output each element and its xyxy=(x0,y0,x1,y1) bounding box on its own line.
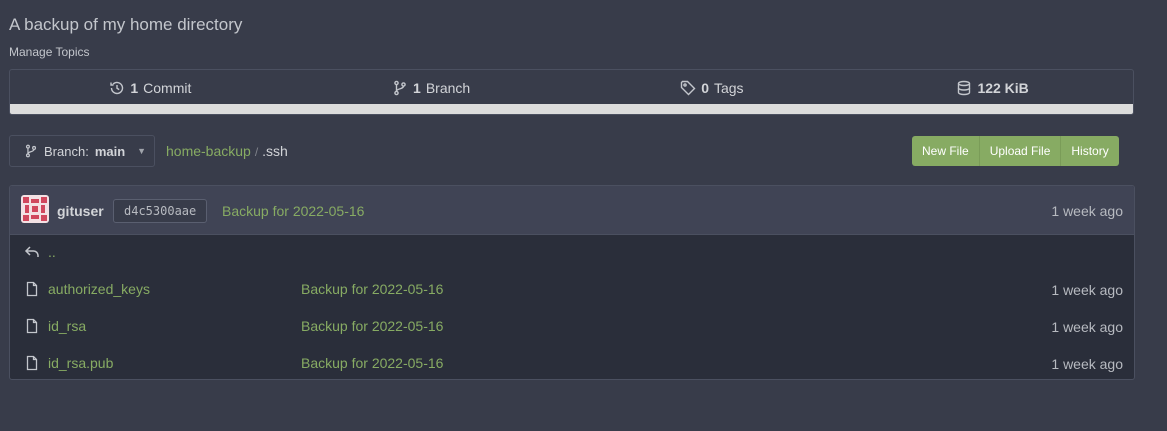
avatar[interactable] xyxy=(21,195,49,223)
breadcrumb-current: .ssh xyxy=(262,143,288,159)
branch-selector[interactable]: Branch: main ▼ xyxy=(9,135,155,167)
file-commit-message[interactable]: Backup for 2022-05-16 xyxy=(301,318,443,334)
file-commit-message[interactable]: Backup for 2022-05-16 xyxy=(301,281,443,297)
new-file-button[interactable]: New File xyxy=(912,136,980,166)
parent-dir-link[interactable]: .. xyxy=(48,244,56,260)
commit-author[interactable]: gituser xyxy=(57,203,104,219)
file-name-link[interactable]: authorized_keys xyxy=(48,281,150,297)
reply-icon xyxy=(24,246,39,257)
file-icon xyxy=(26,318,38,334)
file-name-link[interactable]: id_rsa.pub xyxy=(48,355,113,371)
commits-count: 1 xyxy=(130,80,139,96)
file-commit-message[interactable]: Backup for 2022-05-16 xyxy=(301,355,443,371)
breadcrumb-repo-link[interactable]: home-backup xyxy=(166,143,251,159)
tag-icon xyxy=(680,80,696,96)
table-row: id_rsa Backup for 2022-05-16 1 week ago xyxy=(10,308,1134,345)
tags-stat[interactable]: 0 Tags xyxy=(572,80,853,96)
manage-topics-link[interactable]: Manage Topics xyxy=(9,45,90,59)
repo-description: A backup of my home directory xyxy=(9,15,243,34)
file-table: gituser d4c5300aae Backup for 2022-05-16… xyxy=(9,185,1135,380)
branch-prefix: Branch: xyxy=(44,143,89,159)
breadcrumb: home-backup / .ssh xyxy=(166,143,288,159)
file-name-link[interactable]: id_rsa xyxy=(48,318,86,334)
history-button[interactable]: History xyxy=(1061,136,1119,166)
breadcrumb-separator: / xyxy=(254,145,259,159)
commit-time: 1 week ago xyxy=(1051,203,1123,219)
file-icon xyxy=(26,355,38,371)
table-row: authorized_keys Backup for 2022-05-16 1 … xyxy=(10,271,1134,308)
latest-commit-header: gituser d4c5300aae Backup for 2022-05-16… xyxy=(10,186,1134,235)
file-actions: New File Upload File History xyxy=(912,136,1119,166)
file-commit-time: 1 week ago xyxy=(1051,319,1123,335)
commit-message[interactable]: Backup for 2022-05-16 xyxy=(222,203,364,219)
database-icon xyxy=(958,80,971,96)
file-commit-time: 1 week ago xyxy=(1051,282,1123,298)
branch-name: main xyxy=(94,143,126,159)
tags-label: Tags xyxy=(713,80,744,96)
language-bar[interactable] xyxy=(10,104,1133,114)
table-row: id_rsa.pub Backup for 2022-05-16 1 week … xyxy=(10,345,1134,379)
upload-file-button[interactable]: Upload File xyxy=(979,136,1062,166)
branches-label: Branch xyxy=(425,80,471,96)
branch-icon xyxy=(25,144,37,158)
tags-count: 0 xyxy=(701,80,709,96)
file-commit-time: 1 week ago xyxy=(1051,356,1123,372)
chevron-down-icon: ▼ xyxy=(137,146,147,156)
commit-sha[interactable]: d4c5300aae xyxy=(113,199,208,223)
branch-icon xyxy=(394,80,406,96)
repo-stats-bar: 1 Commit 1 Branch 0 Tags 122 KiB xyxy=(9,69,1134,115)
history-icon xyxy=(110,81,124,95)
commits-label: Commit xyxy=(143,80,192,96)
parent-dir-row[interactable]: .. xyxy=(10,234,1134,271)
repo-size: 122 KiB xyxy=(977,80,1029,96)
file-icon xyxy=(26,281,38,297)
size-stat: 122 KiB xyxy=(852,80,1133,96)
branches-count: 1 xyxy=(413,80,421,96)
commits-stat[interactable]: 1 Commit xyxy=(10,80,291,96)
branches-stat[interactable]: 1 Branch xyxy=(291,80,572,96)
